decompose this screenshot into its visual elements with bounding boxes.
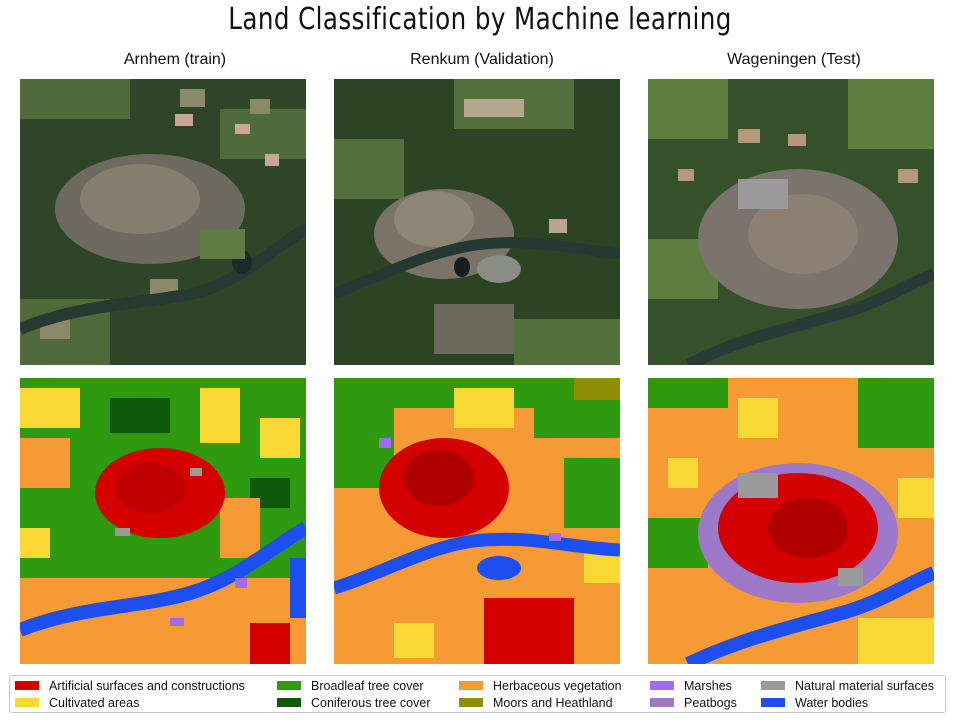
column-label-arnhem: Arnhem (train) (123, 51, 227, 68)
legend: Artificial surfaces and constructions Cu… (9, 675, 946, 713)
legend-label: Broadleaf tree cover (311, 678, 424, 693)
legend-swatch (650, 681, 674, 690)
legend-swatch (761, 698, 785, 707)
satellite-image-wageningen (648, 79, 934, 365)
legend-item-moors-and-heathland: Moors and Heathland (459, 694, 613, 711)
column-label-wageningen: Wageningen (Test) (727, 51, 861, 68)
legend-item-broadleaf-tree-cover: Broadleaf tree cover (277, 677, 424, 694)
legend-swatch (650, 698, 674, 707)
legend-label: Marshes (684, 678, 732, 693)
legend-label: Peatbogs (684, 695, 737, 710)
legend-label: Cultivated areas (49, 695, 140, 710)
legend-swatch (761, 681, 785, 690)
legend-item-cultivated-areas: Cultivated areas (15, 694, 139, 711)
page-title: Land Classification by Machine learning (228, 2, 732, 37)
legend-swatch (15, 698, 39, 707)
legend-label: Natural material surfaces (795, 678, 934, 693)
legend-swatch (277, 681, 301, 690)
classification-map-arnhem (20, 378, 306, 664)
legend-label: Herbaceous vegetation (493, 678, 622, 693)
classification-map-wageningen (648, 378, 934, 664)
classification-map-renkum (334, 378, 620, 664)
column-label-renkum: Renkum (Validation) (410, 51, 554, 68)
legend-swatch (459, 698, 483, 707)
legend-label: Artificial surfaces and constructions (49, 678, 245, 693)
legend-item-artificial-surfaces: Artificial surfaces and constructions (15, 677, 245, 694)
legend-swatch (459, 681, 483, 690)
legend-item-marshes: Marshes (650, 677, 732, 694)
legend-item-water-bodies: Water bodies (761, 694, 868, 711)
legend-swatch (277, 698, 301, 707)
legend-item-natural-material-surfaces: Natural material surfaces (761, 677, 934, 694)
legend-label: Moors and Heathland (493, 695, 613, 710)
legend-swatch (15, 681, 39, 690)
satellite-image-arnhem (20, 79, 306, 365)
legend-item-coniferous-tree-cover: Coniferous tree cover (277, 694, 431, 711)
legend-label: Coniferous tree cover (311, 695, 431, 710)
legend-label: Water bodies (795, 695, 869, 710)
satellite-image-renkum (334, 79, 620, 365)
legend-item-herbaceous-vegetation: Herbaceous vegetation (459, 677, 622, 694)
legend-item-peatbogs: Peatbogs (650, 694, 737, 711)
